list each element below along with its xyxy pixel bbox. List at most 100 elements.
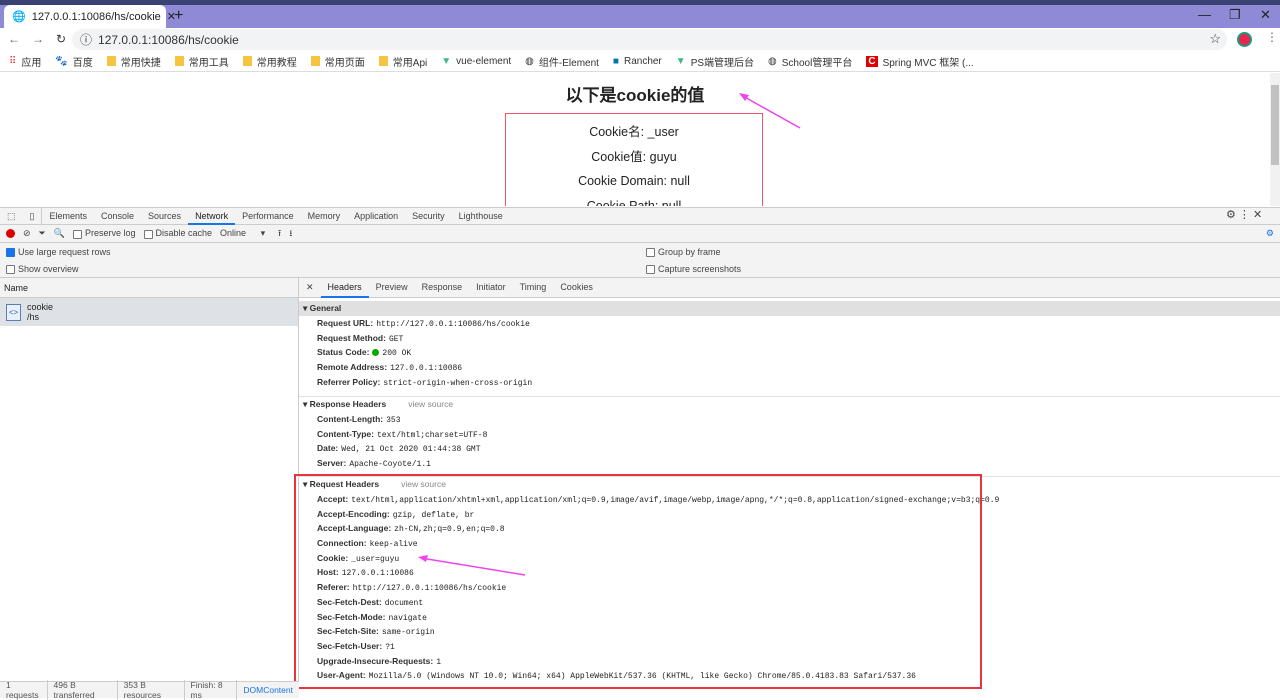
- bookmark-item[interactable]: ▼ vue-element: [441, 56, 511, 67]
- bookmark-item[interactable]: 常用快捷: [106, 54, 161, 69]
- devtools-tab-console[interactable]: Console: [94, 208, 141, 225]
- close-details-icon[interactable]: ✕: [299, 278, 321, 298]
- annotation-arrow: [418, 555, 526, 576]
- devtools-tab-elements[interactable]: Elements: [42, 208, 94, 225]
- devtools-tab-sources[interactable]: Sources: [141, 208, 188, 225]
- bookmark-item[interactable]: 常用教程: [242, 54, 297, 69]
- bookmark-label: vue-element: [456, 55, 512, 67]
- back-icon[interactable]: ←: [8, 32, 20, 46]
- bookmark-item[interactable]: 常用工具: [174, 54, 229, 69]
- header-key: Date:: [317, 443, 339, 454]
- folder-icon: [106, 56, 116, 66]
- new-tab-button[interactable]: +: [174, 7, 183, 25]
- forward-icon[interactable]: →: [32, 32, 44, 46]
- general-title: General: [309, 303, 342, 313]
- header-value: 200 OK: [382, 349, 412, 359]
- detail-tab-response[interactable]: Response: [415, 278, 470, 298]
- header-key: Server:: [317, 458, 347, 469]
- status-ok-icon: [372, 349, 380, 357]
- page-content: 以下是cookie的值 Cookie名: _user Cookie值: guyu…: [0, 73, 1280, 206]
- restore-icon[interactable]: ❐: [1229, 7, 1241, 23]
- devtools-tab-network[interactable]: Network: [188, 208, 236, 225]
- devtools-tab-lighthouse[interactable]: Lighthouse: [452, 208, 510, 225]
- response-headers-title: Response Headers: [309, 399, 387, 409]
- disable-cache-label: Disable cache: [155, 228, 213, 239]
- show-overview-label: Show overview: [18, 264, 79, 274]
- import-icon[interactable]: ⭱: [278, 226, 281, 242]
- header-row: Referrer Policy: strict-origin-when-cross…: [299, 375, 1280, 390]
- devtools-tab-application[interactable]: Application: [347, 208, 405, 225]
- capture-screenshots-checkbox[interactable]: Capture screenshots: [646, 264, 741, 274]
- header-row: Status Code: 200 OK: [299, 345, 1280, 360]
- view-source-link[interactable]: view source: [408, 399, 453, 409]
- cookie-path: Cookie Path: null: [586, 198, 682, 207]
- request-row[interactable]: <> cookie/hs: [0, 298, 298, 326]
- network-settings-icon[interactable]: ⚙: [1266, 228, 1274, 239]
- header-key: Status Code:: [317, 347, 370, 358]
- detail-tab-cookies[interactable]: Cookies: [553, 278, 600, 298]
- search-icon[interactable]: 🔍: [54, 228, 65, 239]
- inspect-icon[interactable]: ⬚: [0, 208, 23, 225]
- header-row: Date: Wed, 21 Oct 2020 01:44:38 GMT: [299, 441, 1280, 456]
- address-bar[interactable]: ⓘ 127.0.0.1:10086/hs/cookie ☆: [72, 29, 1227, 50]
- devtools-tab-memory[interactable]: Memory: [301, 208, 348, 225]
- status-item: DOMContent: [243, 685, 293, 695]
- menu-icon[interactable]: ⋮: [1266, 30, 1278, 44]
- detail-tab-preview[interactable]: Preview: [369, 278, 415, 298]
- header-row: Content-Type: text/html;charset=UTF-8: [299, 427, 1280, 442]
- detail-tab-initiator[interactable]: Initiator: [469, 278, 513, 298]
- devtools-tab-performance[interactable]: Performance: [235, 208, 301, 225]
- profile-avatar[interactable]: [1237, 32, 1252, 47]
- document-icon: <>: [6, 303, 21, 321]
- general-header[interactable]: ▾ General: [299, 301, 1280, 316]
- browser-tab[interactable]: 🌐 127.0.0.1:10086/hs/cookie ✕: [4, 5, 176, 28]
- rancher-icon: ■: [612, 55, 619, 67]
- disable-cache-checkbox[interactable]: Disable cache: [143, 228, 213, 239]
- page-scrollbar[interactable]: [1270, 73, 1280, 206]
- name-column-header[interactable]: Name: [0, 278, 298, 298]
- throttle-select[interactable]: Online ▾: [220, 228, 270, 239]
- export-icon[interactable]: ⭳: [289, 226, 292, 242]
- reload-icon[interactable]: ↻: [56, 32, 66, 46]
- url-text[interactable]: 127.0.0.1:10086/hs/cookie: [98, 33, 239, 47]
- bookmark-item[interactable]: ▼ PS端管理后台: [676, 54, 754, 69]
- header-value: Wed, 21 Oct 2020 01:44:38 GMT: [341, 445, 481, 455]
- chevron-down-icon: ▾: [260, 228, 266, 238]
- detail-tab-headers[interactable]: Headers: [320, 278, 369, 298]
- preserve-log-label: Preserve log: [84, 228, 136, 239]
- bookmark-item[interactable]: 🐾 百度: [55, 54, 92, 69]
- filter-icon[interactable]: ⏷: [39, 228, 46, 239]
- status-item: 496 B transferred: [48, 680, 118, 700]
- settings-icon[interactable]: ⚙ ⋮ ✕: [1226, 208, 1262, 221]
- bookmark-item[interactable]: 常用Api: [378, 54, 427, 69]
- bookmarks-bar: ⠿ 应用 🐾 百度 常用快捷 常用工具 常用教程 常用页面 常用Api ▼ vue-element ◍…: [0, 51, 1280, 72]
- header-row: Request URL: http://127.0.0.1:10086/hs/co…: [299, 316, 1280, 331]
- record-icon[interactable]: [6, 229, 15, 238]
- detail-tab-timing[interactable]: Timing: [513, 278, 554, 298]
- group-by-frame-checkbox[interactable]: Group by frame: [646, 247, 721, 257]
- bookmark-item[interactable]: ■ Rancher: [613, 56, 662, 67]
- tab-title: 127.0.0.1:10086/hs/cookie: [31, 10, 161, 23]
- bookmark-item[interactable]: ◍ School管理平台: [768, 54, 852, 69]
- devtools-tab-security[interactable]: Security: [405, 208, 452, 225]
- capture-screenshots-label: Capture screenshots: [658, 264, 742, 274]
- clear-icon[interactable]: ⊘: [23, 228, 31, 239]
- info-icon[interactable]: ⓘ: [80, 31, 92, 48]
- bookmark-item[interactable]: ⠿ 应用: [9, 54, 41, 69]
- star-icon[interactable]: ☆: [1209, 31, 1221, 47]
- close-window-icon[interactable]: ✕: [1260, 7, 1271, 23]
- bookmark-item[interactable]: ◍ 组件-Element: [525, 54, 599, 69]
- bookmark-item[interactable]: C Spring MVC 框架 (...: [866, 54, 974, 69]
- header-row: Remote Address: 127.0.0.1:10086: [299, 360, 1280, 375]
- request-list: Name <> cookie/hs: [0, 278, 299, 681]
- header-key: Request URL:: [317, 318, 374, 328]
- header-value: 127.0.0.1:10086: [390, 364, 463, 374]
- bookmark-item[interactable]: 常用页面: [310, 54, 365, 69]
- device-toggle-icon[interactable]: ▯: [23, 207, 43, 225]
- bookmark-label: PS端管理后台: [690, 57, 755, 69]
- large-rows-checkbox[interactable]: Use large request rows: [6, 247, 111, 257]
- show-overview-checkbox[interactable]: Show overview: [6, 264, 79, 274]
- response-headers-header[interactable]: ▾ Response Headers view source: [299, 397, 1280, 412]
- minimize-icon[interactable]: —: [1198, 7, 1211, 22]
- preserve-log-checkbox[interactable]: Preserve log: [72, 228, 136, 239]
